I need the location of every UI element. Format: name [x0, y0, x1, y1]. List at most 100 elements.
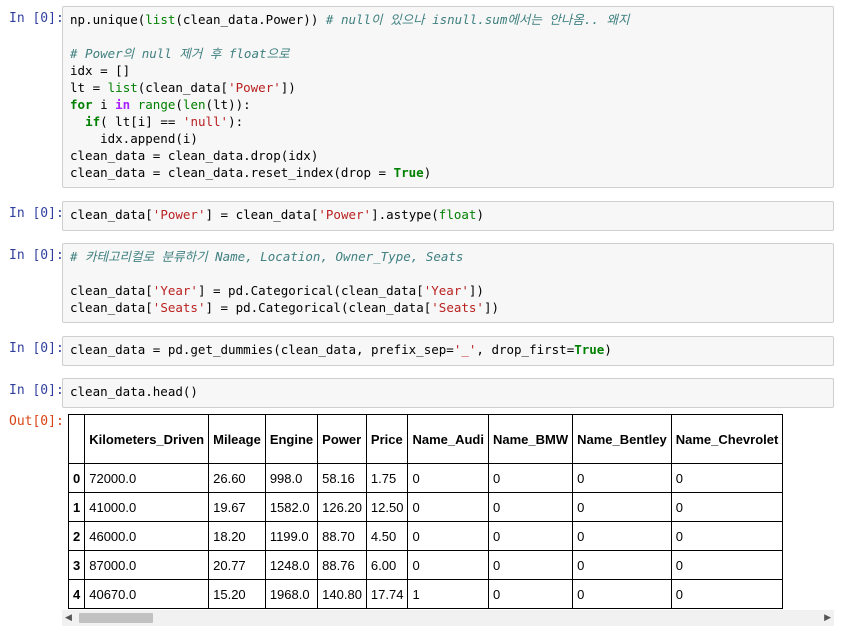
table-cell: 17.74 [365, 579, 409, 609]
code-token: ( lt[i] == [100, 114, 183, 129]
code-line: idx = [] [70, 63, 130, 78]
table-cell: 1199.0 [264, 521, 319, 551]
code-line: clean_data['Seats'] = pd.Categorical(cle… [70, 300, 499, 315]
code-token: lt = [70, 80, 108, 95]
table-row: 4 40670.0 15.20 1968.0 140.80 17.74 1 0 0 0 [67, 579, 784, 609]
code-token: ]) [280, 80, 296, 95]
code-token: ] = pd.Categorical(clean_data[ [205, 300, 432, 315]
row-index: 4 [67, 579, 86, 609]
scrollbar-thumb[interactable] [79, 613, 153, 623]
row-index: 3 [67, 550, 86, 580]
code-token: clean_data = pd.get_dummies(clean_data, … [70, 342, 454, 357]
code-operator: in [115, 97, 131, 112]
code-editor[interactable]: clean_data = pd.get_dummies(clean_data, … [62, 336, 834, 366]
table-cell: 20.77 [208, 550, 266, 580]
code-token: i [92, 97, 116, 112]
code-line: lt = list(clean_data['Power']) [70, 80, 296, 95]
code-token: ) [476, 207, 484, 222]
table-cell: 1248.0 [264, 550, 319, 580]
table-cell: 0 [670, 550, 784, 580]
code-editor[interactable]: # 카테고리컬로 분류하기 Name, Location, Owner_Type… [62, 243, 834, 323]
table-cell: 18.20 [208, 521, 266, 551]
column-header: Mileage [208, 414, 266, 464]
code-string: 'Seats' [152, 300, 206, 315]
table-cell: 58.16 [317, 463, 367, 493]
code-token: np.unique( [70, 12, 146, 27]
table-cell: 0 [407, 492, 489, 522]
code-token: clean_data.head() [70, 384, 198, 399]
code-text[interactable]: # 카테고리컬로 분류하기 Name, Location, Owner_Type… [63, 244, 833, 316]
row-index: 0 [67, 463, 86, 493]
code-line: clean_data = clean_data.drop(idx) [70, 148, 318, 163]
code-line: clean_data['Year'] = pd.Categorical(clea… [70, 283, 484, 298]
table-row: 0 72000.0 26.60 998.0 58.16 1.75 0 0 0 0 [67, 463, 784, 493]
table-cell: 0 [572, 463, 672, 493]
code-builtin: list [107, 80, 138, 95]
table-cell: 0 [487, 463, 574, 493]
table-cell: 6.00 [365, 550, 409, 580]
table-cell: 998.0 [264, 463, 319, 493]
table-row: 3 87000.0 20.77 1248.0 88.76 6.00 0 0 0 0 [67, 550, 784, 580]
code-string: 'null' [182, 114, 229, 129]
code-string: 'Power' [228, 80, 281, 95]
output-prompt: Out[0]: [9, 414, 64, 429]
column-header: Name_Bentley [572, 414, 672, 464]
code-editor[interactable]: np.unique(list(clean_data.Power)) # null… [62, 6, 834, 188]
code-cell-2: In [0]: clean_data['Power'] = clean_data… [0, 201, 844, 231]
code-editor[interactable]: clean_data.head() [62, 378, 834, 408]
table-cell: 0 [670, 492, 784, 522]
table-cell: 41000.0 [84, 492, 210, 522]
code-token: ): [228, 114, 244, 129]
code-builtin: list [145, 12, 176, 27]
table-cell: 0 [572, 579, 672, 609]
index-header [67, 414, 86, 464]
table-cell: 0 [487, 521, 574, 551]
table-cell: 0 [670, 521, 784, 551]
column-header: Price [365, 414, 409, 464]
code-token: ] = pd.Categorical(clean_data[ [197, 283, 424, 298]
table-cell: 0 [407, 463, 489, 493]
scroll-left-arrow-icon[interactable]: ◀ [65, 613, 72, 623]
table-row: 2 46000.0 18.20 1199.0 88.70 4.50 0 0 0 0 [67, 521, 784, 551]
row-index: 1 [67, 492, 86, 522]
table-cell: 0 [407, 521, 489, 551]
table-cell: 46000.0 [84, 521, 210, 551]
code-token: ] = clean_data[ [205, 207, 319, 222]
code-text[interactable]: clean_data['Power'] = clean_data['Power'… [63, 202, 833, 223]
column-header: Engine [264, 414, 319, 464]
code-string: 'Seats' [431, 300, 484, 315]
code-string: 'Power' [152, 207, 206, 222]
code-text[interactable]: clean_data.head() [63, 379, 833, 400]
column-header: Name_BMW [487, 414, 574, 464]
table-cell: 15.20 [208, 579, 266, 609]
table-cell: 0 [407, 550, 489, 580]
column-header: Kilometers_Driven [84, 414, 210, 464]
table-cell: 0 [487, 550, 574, 580]
table-cell: 1968.0 [264, 579, 319, 609]
code-cell-1: In [0]: np.unique(list(clean_data.Power)… [0, 6, 844, 188]
code-token: (clean_data[ [137, 80, 229, 95]
code-token: clean_data = clean_data.drop(idx) [70, 148, 319, 163]
table-cell: 87000.0 [84, 550, 210, 580]
scroll-right-arrow-icon[interactable]: ▶ [824, 613, 831, 623]
table-cell: 0 [572, 550, 672, 580]
table-cell: 0 [670, 579, 784, 609]
code-text[interactable]: np.unique(list(clean_data.Power)) # null… [63, 7, 833, 181]
table-cell: 0 [670, 463, 784, 493]
code-token: ) [423, 165, 432, 180]
code-keyword: for [70, 97, 93, 112]
code-keyword: True [393, 165, 424, 180]
table-cell: 26.60 [208, 463, 266, 493]
code-text[interactable]: clean_data = pd.get_dummies(clean_data, … [63, 337, 833, 358]
code-cell-3: In [0]: # 카테고리컬로 분류하기 Name, Location, Ow… [0, 243, 844, 323]
horizontal-scrollbar[interactable]: ◀ ▶ [62, 610, 834, 626]
code-editor[interactable]: clean_data['Power'] = clean_data['Power'… [62, 201, 834, 231]
input-prompt: In [0]: [9, 206, 64, 221]
table-cell: 88.70 [317, 521, 367, 551]
input-prompt: In [0]: [9, 383, 64, 398]
dataframe-table: Kilometers_Driven Mileage Engine Power P… [67, 414, 784, 609]
code-line: for i in range(len(lt)): [70, 97, 251, 112]
code-token: (clean_data.Power)) [175, 12, 326, 27]
